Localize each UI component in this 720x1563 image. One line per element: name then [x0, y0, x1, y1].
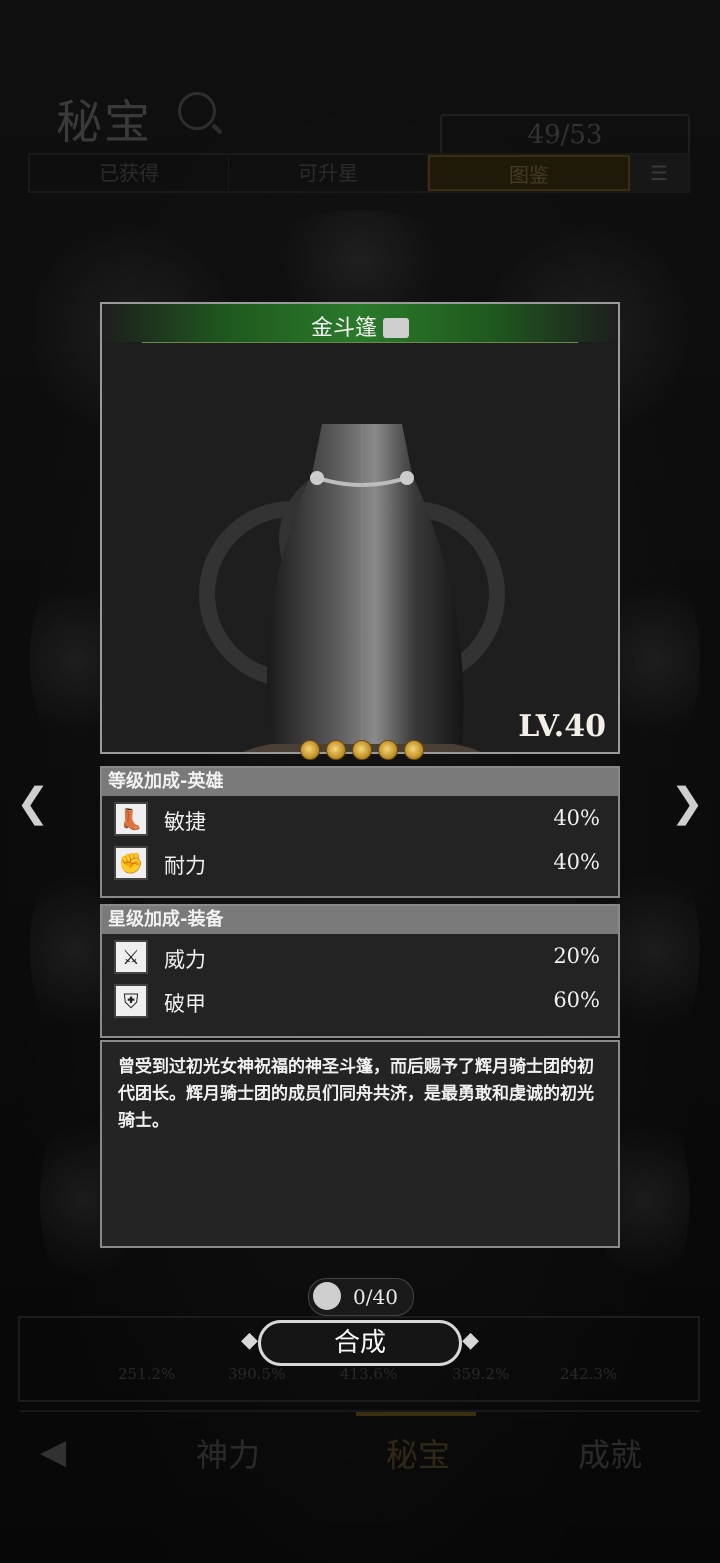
puzzle-piece-icon [313, 1282, 341, 1310]
next-item-arrow-icon[interactable]: ❯ [670, 780, 704, 826]
star-bonus-panel: 星级加成-装备 ⚔ 威力 20% ⛨ 破甲 60% [100, 904, 620, 1038]
stat-row: 👢 敏捷 40% [102, 796, 618, 840]
fist-icon: ✊ [114, 846, 148, 880]
header-divider [142, 342, 578, 343]
stat-value: 20% [553, 944, 600, 968]
star-icon [352, 740, 372, 760]
piece-counter: 0/40 [308, 1278, 414, 1316]
item-detail-popup: 金斗篷 LV.40 [100, 302, 620, 754]
item-type-icon [383, 318, 409, 338]
swords-icon: ⚔ [114, 940, 148, 974]
star-rating [300, 740, 424, 760]
prev-item-arrow-icon[interactable]: ❮ [16, 780, 50, 826]
stat-value: 40% [553, 850, 600, 874]
star-icon [326, 740, 346, 760]
shield-break-icon: ⛨ [114, 984, 148, 1018]
stat-label: 威力 [164, 948, 206, 972]
piece-count: 0/40 [353, 1285, 398, 1309]
boot-icon: 👢 [114, 802, 148, 836]
stat-label: 耐力 [164, 854, 206, 878]
item-name: 金斗篷 [102, 310, 618, 342]
item-level: LV.40 [518, 709, 606, 744]
item-name-text: 金斗篷 [310, 316, 377, 341]
level-bonus-title: 等级加成-英雄 [102, 768, 618, 796]
stat-value: 40% [553, 806, 600, 830]
star-icon [300, 740, 320, 760]
item-image-stage: LV.40 [102, 344, 618, 752]
stat-label: 敏捷 [164, 810, 206, 834]
stat-row: ⛨ 破甲 60% [102, 978, 618, 1022]
level-bonus-panel: 等级加成-英雄 👢 敏捷 40% ✊ 耐力 40% [100, 766, 620, 898]
star-bonus-title: 星级加成-装备 [102, 906, 618, 934]
stat-row: ⚔ 威力 20% [102, 934, 618, 978]
star-icon [378, 740, 398, 760]
star-icon [404, 740, 424, 760]
stat-label: 破甲 [164, 992, 206, 1016]
cloak-image [243, 424, 481, 752]
stat-row: ✊ 耐力 40% [102, 840, 618, 884]
item-description: 曾受到过初光女神祝福的神圣斗篷，而后赐予了辉月骑士团的初代团长。辉月骑士团的成员… [100, 1040, 620, 1248]
stat-value: 60% [553, 988, 600, 1012]
craft-button[interactable]: 合成 [241, 1320, 479, 1366]
